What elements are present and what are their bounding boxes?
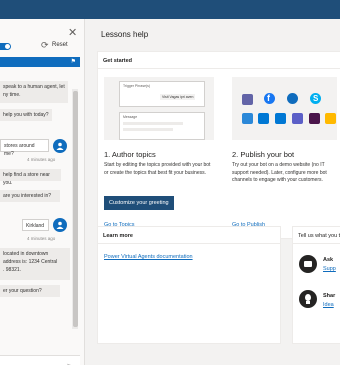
bot-message: are you interested in? (0, 190, 60, 202)
lessons-help-pane: Lessons help Get started Trigger Phrase(… (85, 19, 340, 365)
learn-more-card: Learn more Power Virtual Agents document… (97, 226, 281, 344)
pva-documentation-link[interactable]: Power Virtual Agents documentation (104, 254, 193, 260)
chat-input[interactable]: ➢ (0, 355, 80, 365)
card-heading: Get started (98, 52, 340, 69)
scrollbar-thumb[interactable] (73, 91, 78, 327)
bot-message: speak to a human agent, let ny time. (0, 81, 68, 103)
teams-channel-icon (292, 113, 303, 124)
customize-greeting-button[interactable]: Customize your greeting (104, 196, 174, 210)
chat-header: ⚑ (0, 57, 80, 67)
support-link[interactable]: Supp (323, 266, 336, 272)
mock-trigger-box: Trigger Phrase(s) Visit Vagas ipri aven (119, 81, 205, 107)
line-icon (325, 113, 336, 124)
send-icon[interactable]: ➢ (66, 361, 73, 365)
message-timestamp: 4 minutes ago (27, 236, 56, 241)
outlook-icon (258, 113, 269, 124)
flag-icon[interactable]: ⚑ (71, 58, 76, 65)
slack-icon (309, 113, 320, 124)
card-heading: Tell us what you t (293, 227, 340, 244)
card-heading: Learn more (98, 227, 280, 244)
mock-trigger-label: Trigger Phrase(s) (123, 84, 151, 88)
web-globe-icon (287, 93, 298, 104)
mock-trigger-phrase: Visit Vagas ipri aven (160, 94, 196, 100)
message-timestamp: 4 minutes ago (27, 157, 56, 162)
top-bar (0, 0, 340, 19)
person-icon (56, 142, 64, 150)
skype-icon: S (310, 93, 321, 104)
bot-message: er your question? (0, 285, 60, 297)
mock-line (123, 128, 173, 131)
ask-title: Ask (323, 257, 334, 263)
user-avatar (53, 139, 67, 153)
ideas-link[interactable]: Idea (323, 302, 334, 308)
user-message: stores around me? (0, 139, 49, 157)
mock-message-label: Message (123, 115, 138, 119)
track-toggle[interactable] (0, 43, 11, 50)
test-bot-panel: ✕ ⟳ Reset ⚑ speak to a human agent, let … (0, 19, 85, 365)
facebook-icon: f (264, 93, 275, 104)
user-avatar (53, 218, 67, 232)
email-icon (275, 113, 286, 124)
publish-bot-text: Try out your bot on a demo website (no I… (232, 162, 327, 183)
lightbulb-icon (299, 290, 317, 308)
author-topics-illustration: Trigger Phrase(s) Visit Vagas ipri aven … (104, 77, 214, 140)
reset-icon[interactable]: ⟳ (41, 40, 49, 51)
mock-message-box: Message (119, 112, 205, 140)
author-topics-title: 1. Author topics (104, 150, 156, 159)
publish-channels-illustration: f S (232, 77, 337, 140)
bot-message: located in downtown address is: 1234 Cen… (0, 248, 70, 280)
teams-icon (242, 94, 253, 105)
user-message: Kirkland (22, 219, 49, 231)
person-icon (56, 221, 64, 229)
mock-line (123, 122, 183, 125)
bot-message: help find a store near you. (0, 169, 61, 186)
page-title: Lessons help (101, 30, 149, 39)
share-title: Shar (323, 293, 336, 299)
chat-bubble-icon (299, 255, 317, 273)
publish-bot-title: 2. Publish your bot (232, 150, 295, 159)
author-topics-text: Start by editing the topics provided wit… (104, 162, 211, 176)
close-icon[interactable]: ✕ (68, 26, 77, 39)
get-started-card: Get started Trigger Phrase(s) Visit Vaga… (97, 51, 340, 239)
bot-message: help you with today? (0, 109, 52, 121)
messenger-icon (242, 113, 253, 124)
feedback-card: Tell us what you t Ask Supp Shar Idea (292, 226, 340, 344)
reset-button[interactable]: Reset (52, 42, 68, 48)
